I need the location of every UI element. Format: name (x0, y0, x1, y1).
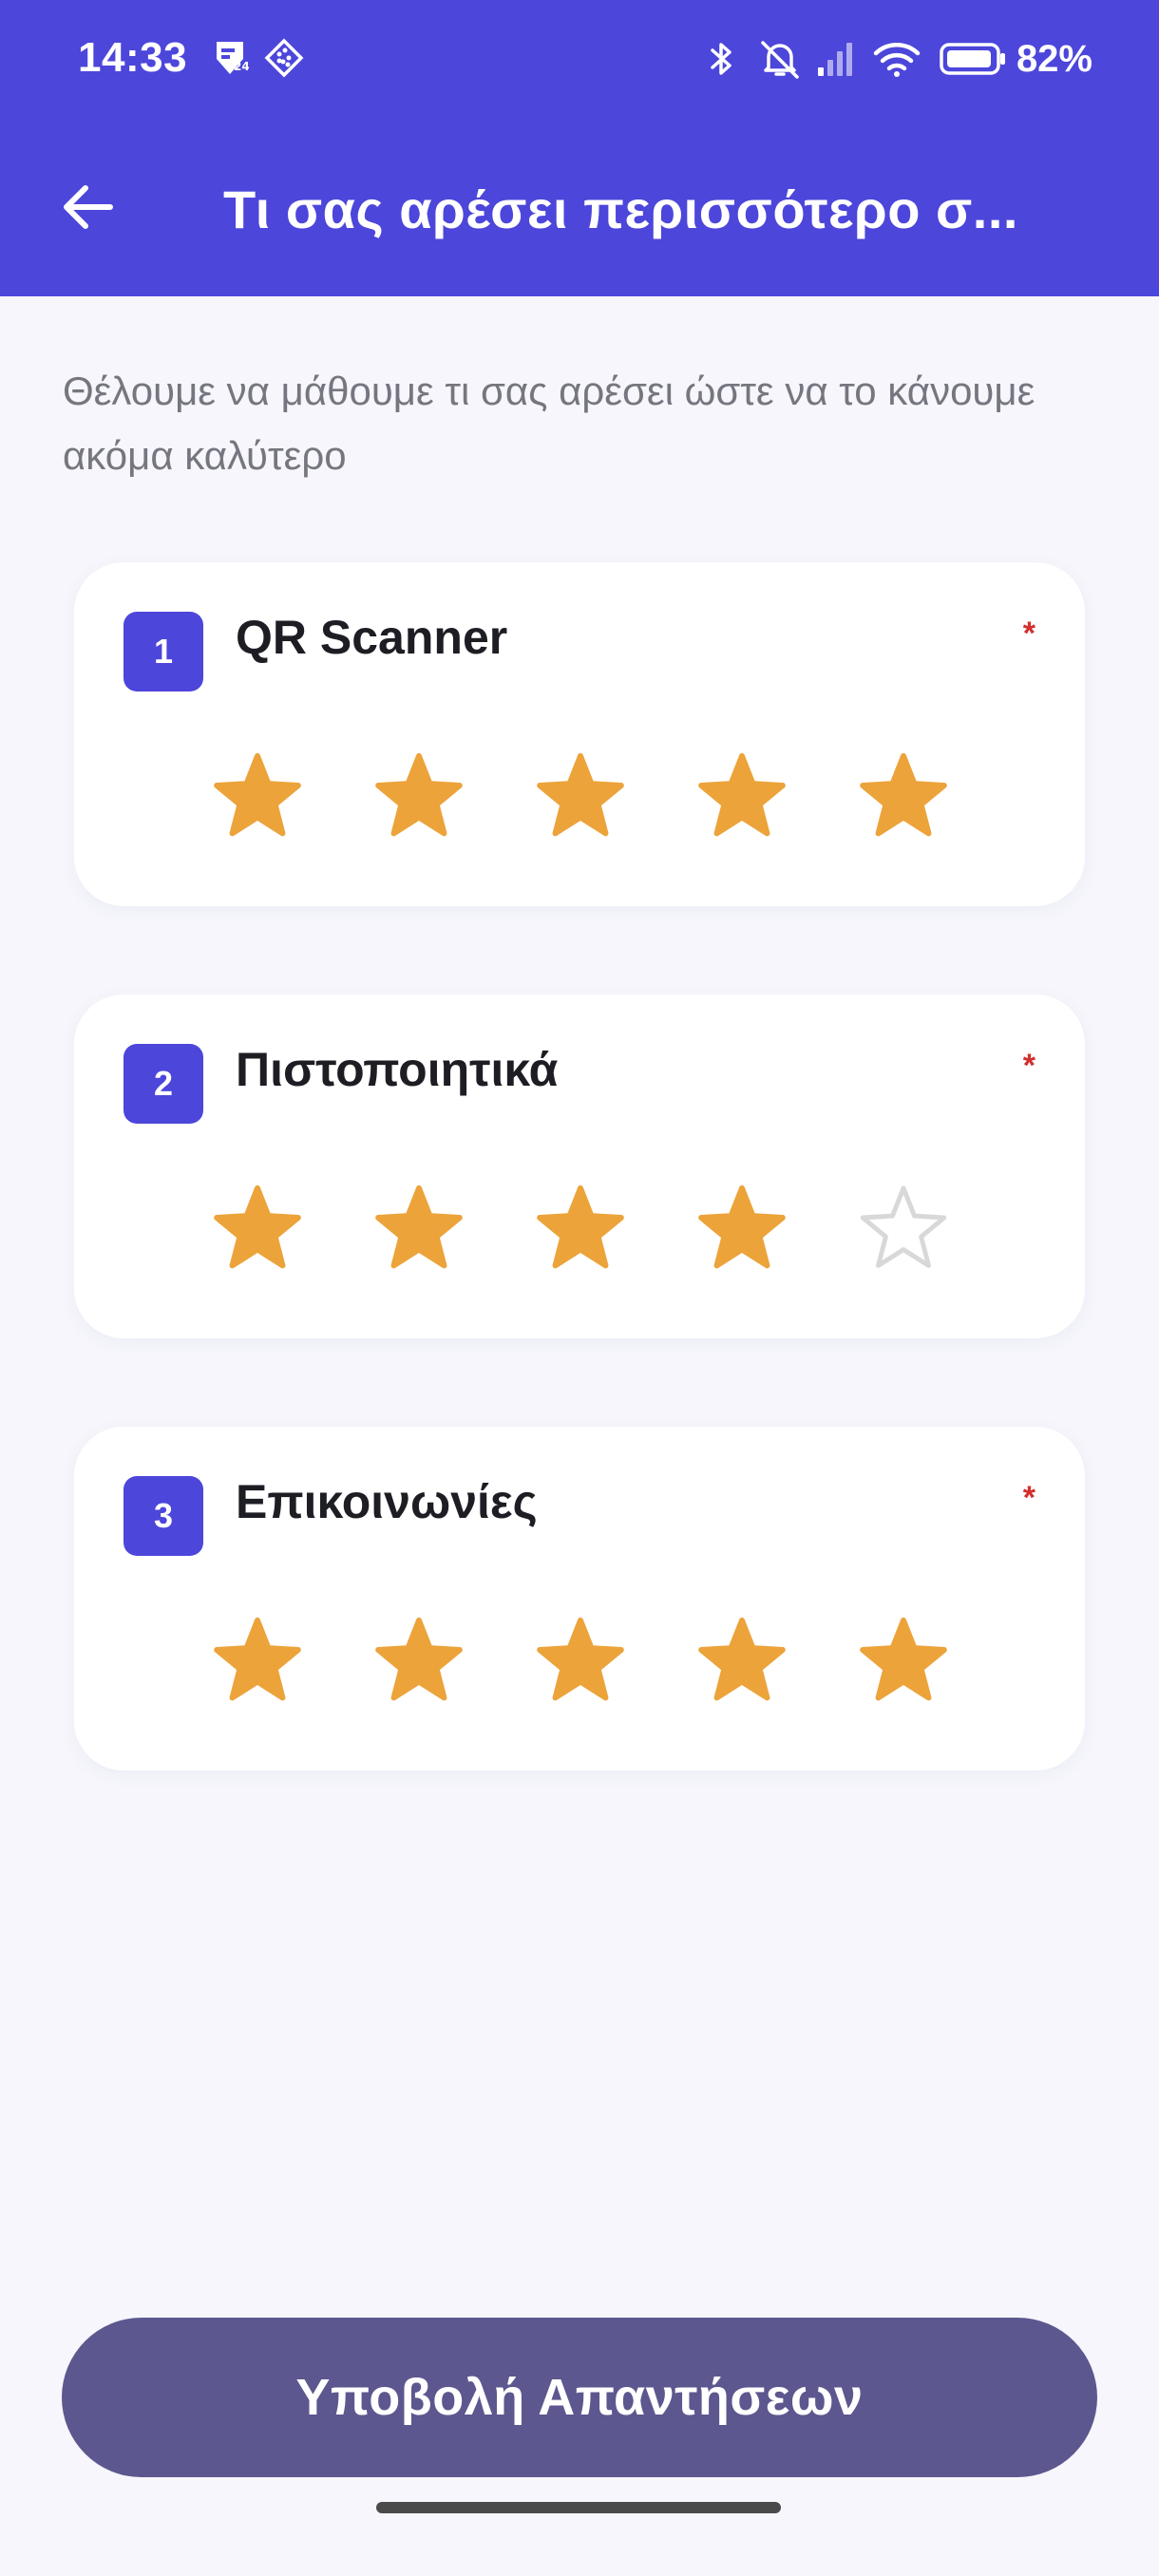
battery-indicator: 82% (939, 38, 1092, 81)
question-title: QR Scanner (236, 611, 508, 664)
arrow-left-icon (59, 179, 116, 240)
submit-button[interactable]: Υποβολή Απαντήσεων (62, 2318, 1097, 2477)
status-time: 14:33 (78, 34, 188, 81)
svg-text:24: 24 (234, 60, 249, 73)
home-indicator[interactable] (376, 2502, 781, 2513)
star-filled-icon[interactable] (372, 748, 466, 842)
bluetooth-icon (701, 39, 741, 79)
battery-icon (939, 39, 1007, 79)
star-rating (211, 1181, 950, 1274)
status-icons: 82% (701, 32, 1092, 85)
required-mark: * (1022, 616, 1036, 652)
question-card: 1 QR Scanner * (74, 562, 1085, 906)
star-filled-icon[interactable] (695, 1613, 788, 1706)
star-filled-icon[interactable] (372, 1613, 466, 1706)
star-filled-icon[interactable] (372, 1181, 466, 1274)
star-filled-icon[interactable] (695, 1181, 788, 1274)
signal-icon (815, 39, 855, 79)
star-filled-icon[interactable] (534, 1613, 627, 1706)
page-title: Τι σας αρέσει περισσότερο σ... (223, 180, 1018, 239)
battery-percent: 82% (1016, 37, 1092, 80)
star-filled-icon[interactable] (857, 748, 950, 842)
question-number: 1 (124, 612, 203, 691)
wifi-icon (872, 39, 922, 79)
question-title: Πιστοποιητικά (236, 1043, 559, 1096)
mute-bell-icon (758, 39, 799, 79)
star-filled-icon[interactable] (857, 1613, 950, 1706)
required-mark: * (1022, 1048, 1036, 1084)
star-filled-icon[interactable] (534, 1181, 627, 1274)
star-filled-icon[interactable] (695, 748, 788, 842)
intro-text: Θέλουμε να μάθουμε τι σας αρέσει ώστε να… (63, 369, 1036, 478)
app-grid-icon (264, 38, 304, 78)
star-filled-icon[interactable] (211, 1181, 304, 1274)
notification-badge-icon: 24 (211, 38, 250, 78)
question-card: 2 Πιστοποιητικά * (74, 994, 1085, 1338)
star-filled-icon[interactable] (534, 748, 627, 842)
back-button[interactable] (53, 175, 122, 243)
status-bar: 14:33 24 82% (0, 0, 1159, 123)
question-title: Επικοινωνίες (236, 1475, 538, 1528)
top-bar: 14:33 24 82% Τι σας αρέσει περισσότερο σ… (0, 0, 1159, 296)
app-bar: Τι σας αρέσει περισσότερο σ... (0, 161, 1159, 256)
question-number: 2 (124, 1044, 203, 1124)
star-filled-icon[interactable] (211, 748, 304, 842)
star-filled-icon[interactable] (211, 1613, 304, 1706)
star-rating (211, 748, 950, 842)
question-number: 3 (124, 1476, 203, 1556)
star-empty-icon[interactable] (857, 1181, 950, 1274)
required-mark: * (1022, 1480, 1036, 1516)
star-rating (211, 1613, 950, 1706)
question-card: 3 Επικοινωνίες * (74, 1427, 1085, 1771)
